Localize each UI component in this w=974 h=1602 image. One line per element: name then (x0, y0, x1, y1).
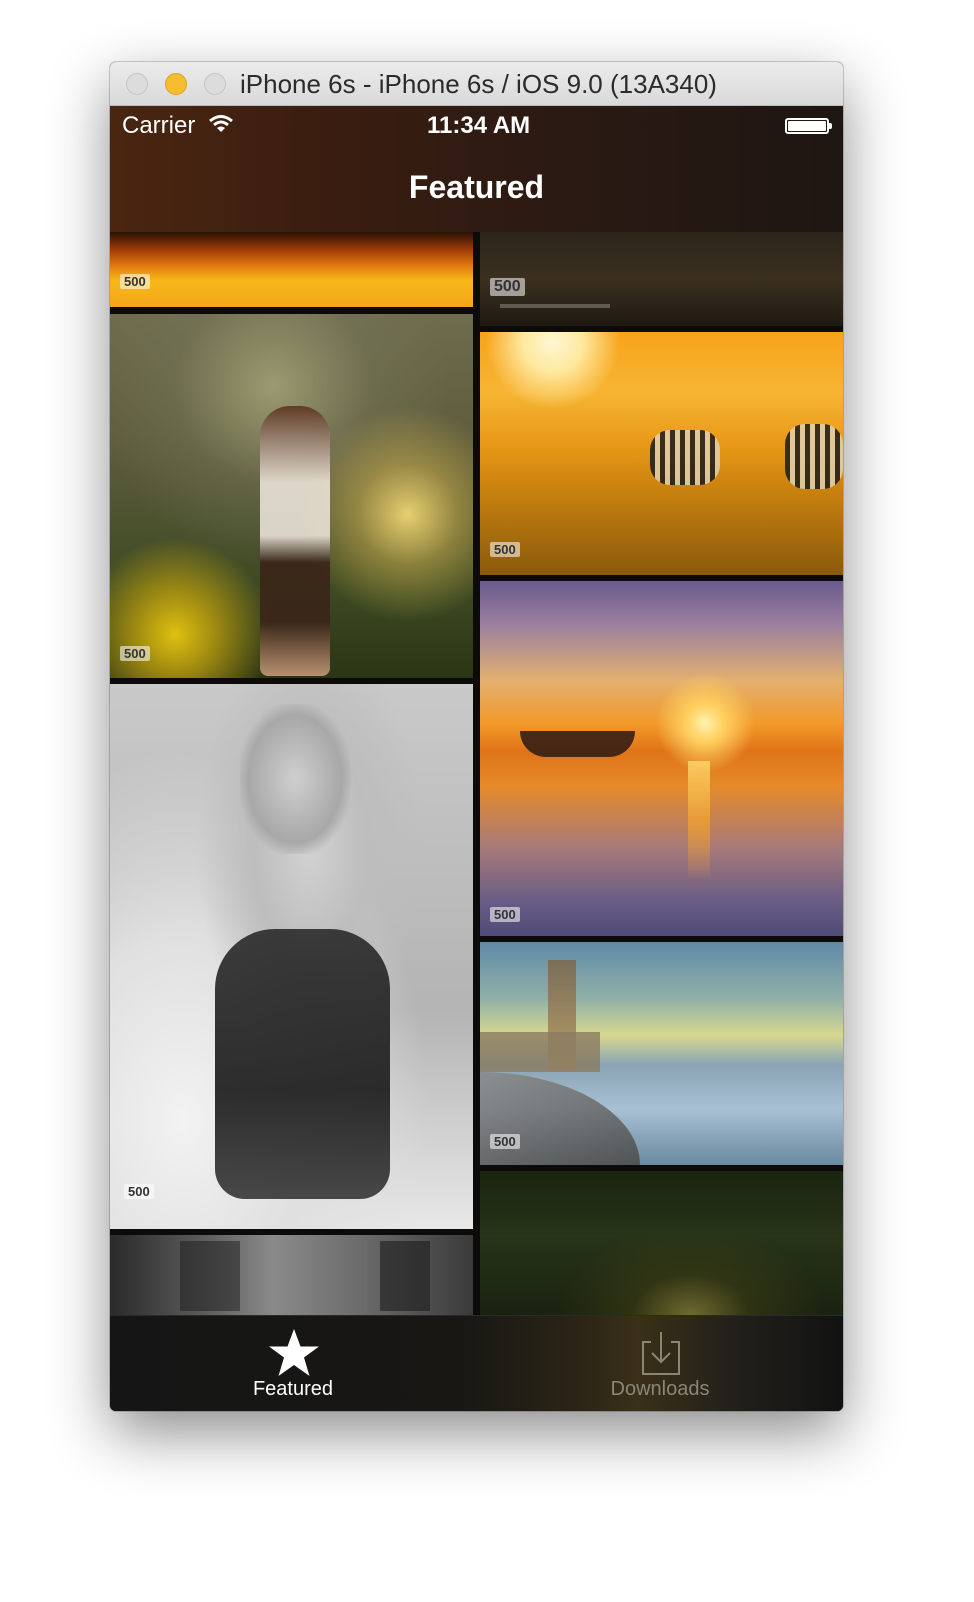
window-titlebar: iPhone 6s - iPhone 6s / iOS 9.0 (13A340) (110, 62, 843, 106)
battery-icon (785, 118, 832, 134)
photo-bw-window[interactable] (110, 1235, 473, 1315)
minimize-button[interactable] (165, 73, 187, 95)
watermark-500: 500 (124, 1184, 154, 1199)
photo-woman-bw[interactable]: 500 (110, 684, 473, 1229)
watermark-500: 500 (490, 907, 520, 922)
watermark-500: 500 (490, 542, 520, 557)
photo-fire-sunset[interactable]: 500 (110, 232, 473, 307)
watermark-500: 500 (490, 278, 525, 296)
photo-woman-bokeh[interactable]: 500 (110, 314, 473, 678)
page-title: Featured (408, 169, 545, 205)
watermark-500: 500 (490, 1134, 520, 1149)
photo-grass-dark[interactable]: 500 (480, 232, 843, 326)
watermark-500: 500 (120, 646, 150, 661)
download-icon (641, 1330, 681, 1381)
star-icon (268, 1328, 320, 1383)
photo-sunset-lake[interactable]: 500 (480, 581, 843, 936)
wifi-icon (208, 114, 234, 139)
photo-forest-path[interactable] (480, 1171, 843, 1315)
device-screen: 500 500 500 500 500 500 500 Carrier 11:3… (110, 106, 843, 1411)
tab-featured-label: Featured (252, 1378, 334, 1400)
photo-harbor-tower[interactable]: 500 (480, 942, 843, 1165)
watermark-500: 500 (120, 274, 150, 289)
tab-downloads[interactable]: Downloads (477, 1316, 843, 1411)
status-bar: Carrier 11:34 AM (110, 106, 843, 146)
tab-downloads-label: Downloads (610, 1378, 710, 1400)
status-time: 11:34 AM (427, 112, 531, 139)
navigation-bar: Carrier 11:34 AM Featured (110, 106, 843, 232)
zoom-button[interactable] (204, 73, 226, 95)
window-title: iPhone 6s - iPhone 6s / iOS 9.0 (13A340) (240, 69, 717, 99)
close-button[interactable] (126, 73, 148, 95)
photo-zebras-savanna[interactable]: 500 (480, 332, 843, 575)
carrier-label: Carrier (122, 112, 196, 139)
watermark-caption (500, 304, 610, 308)
tab-featured[interactable]: Featured (110, 1316, 476, 1411)
tab-bar: Featured Downloads (110, 1315, 843, 1411)
simulator-window: iPhone 6s - iPhone 6s / iOS 9.0 (13A340)… (110, 62, 843, 1411)
